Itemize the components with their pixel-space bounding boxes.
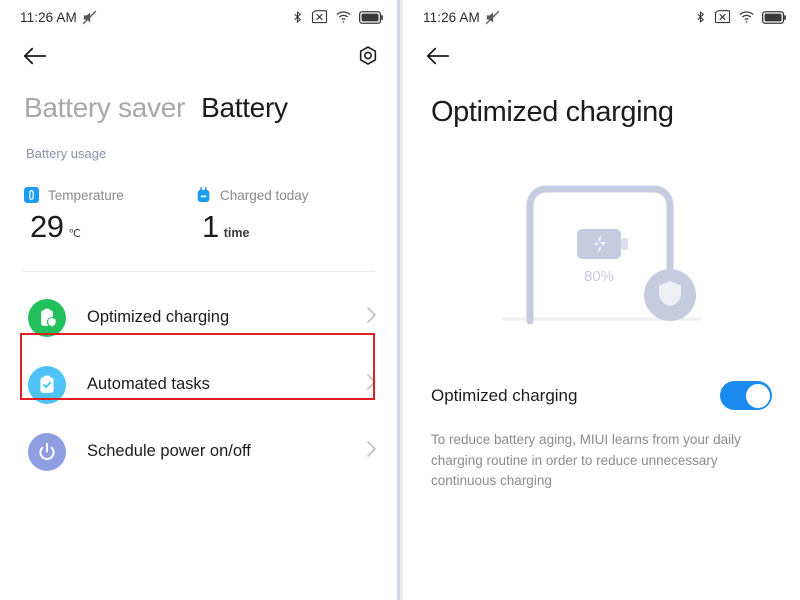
list-item-schedule-power[interactable]: Schedule power on/off [0,418,397,485]
status-bar-left: 11:26 AM [0,0,397,34]
list-item-optimized-charging[interactable]: Optimized charging [0,284,397,351]
stat-charged-today: Charged today 1 time [196,187,368,245]
left-phone-panel: 11:26 AM Battery saver Battery Battery u… [0,0,400,600]
back-arrow-icon[interactable] [22,45,48,67]
stat-temperature-value: 29 ℃ [24,209,196,245]
stat-temperature-number: 29 [30,209,64,244]
battery-usage-link[interactable]: Battery usage [0,124,397,161]
wifi-icon [336,11,351,23]
optimized-charging-toggle-row: Optimized charging [403,351,800,410]
status-bar-right-group [291,9,383,25]
charging-cable-illustration: 80% [403,129,800,351]
status-bar-right-right-group [694,9,786,25]
battery-stats: Temperature 29 ℃ Charged today 1 time [0,161,397,245]
illustration-percent-label: 80% [583,268,613,285]
mute-icon [485,10,500,24]
status-bar-right-left-group: 11:26 AM [423,9,501,26]
bluetooth-icon [697,10,705,24]
chevron-right-icon [366,440,377,463]
battery-tabs: Battery saver Battery [0,78,397,124]
stat-charged-today-label: Charged today [220,187,309,203]
stat-charged-today-head: Charged today [196,187,368,203]
screenshot-root: 11:26 AM Battery saver Battery Battery u… [0,0,800,600]
mute-icon [82,10,97,24]
right-nav-row [403,34,800,78]
list-item-automated-tasks-label: Automated tasks [87,375,210,393]
bluetooth-icon [294,10,302,24]
page-title: Optimized charging [431,96,674,128]
battery-options-list: Optimized charging Automated tasks Sched… [0,272,397,485]
chevron-right-icon [366,306,377,329]
status-bar-clock: 11:26 AM [423,9,480,25]
tab-battery-saver[interactable]: Battery saver [24,92,185,124]
battery-icon [762,10,786,24]
clipboard-check-icon [28,365,66,404]
back-arrow-icon[interactable] [425,45,451,67]
right-phone-panel: 11:26 AM Optimized charging 80% Optimize… [403,0,800,600]
wifi-icon [739,11,754,23]
toggle-knob [745,383,770,408]
status-bar-right: 11:26 AM [403,0,800,34]
left-nav-row [0,34,397,78]
optimized-charging-toggle-label: Optimized charging [431,385,578,405]
power-icon [28,432,66,471]
status-bar-clock: 11:26 AM [20,9,77,25]
tab-battery[interactable]: Battery [201,92,288,124]
stat-charged-today-unit: time [223,226,250,240]
optimized-charging-toggle[interactable] [720,381,772,410]
stat-temperature-unit: ℃ [68,228,81,240]
list-item-automated-tasks[interactable]: Automated tasks [0,351,397,418]
battery-icon [359,10,383,24]
stat-charged-today-value: 1 time [196,209,368,245]
stat-temperature: Temperature 29 ℃ [24,187,196,245]
no-sim-icon [714,10,731,24]
list-item-optimized-charging-label: Optimized charging [87,308,230,326]
thermometer-icon [24,187,39,203]
chevron-right-icon [366,373,377,396]
list-item-schedule-power-label: Schedule power on/off [87,442,251,460]
battery-shield-icon [28,298,66,337]
gear-icon[interactable] [357,45,379,67]
stat-temperature-label: Temperature [48,187,124,203]
status-bar-left-group: 11:26 AM [20,9,98,26]
stat-temperature-head: Temperature [24,187,196,203]
battery-bolt-icon [576,229,628,259]
optimized-charging-description: To reduce battery aging, MIUI learns fro… [431,432,741,489]
stat-charged-today-number: 1 [202,209,219,244]
charger-plug-icon [197,187,210,203]
no-sim-icon [311,10,328,24]
